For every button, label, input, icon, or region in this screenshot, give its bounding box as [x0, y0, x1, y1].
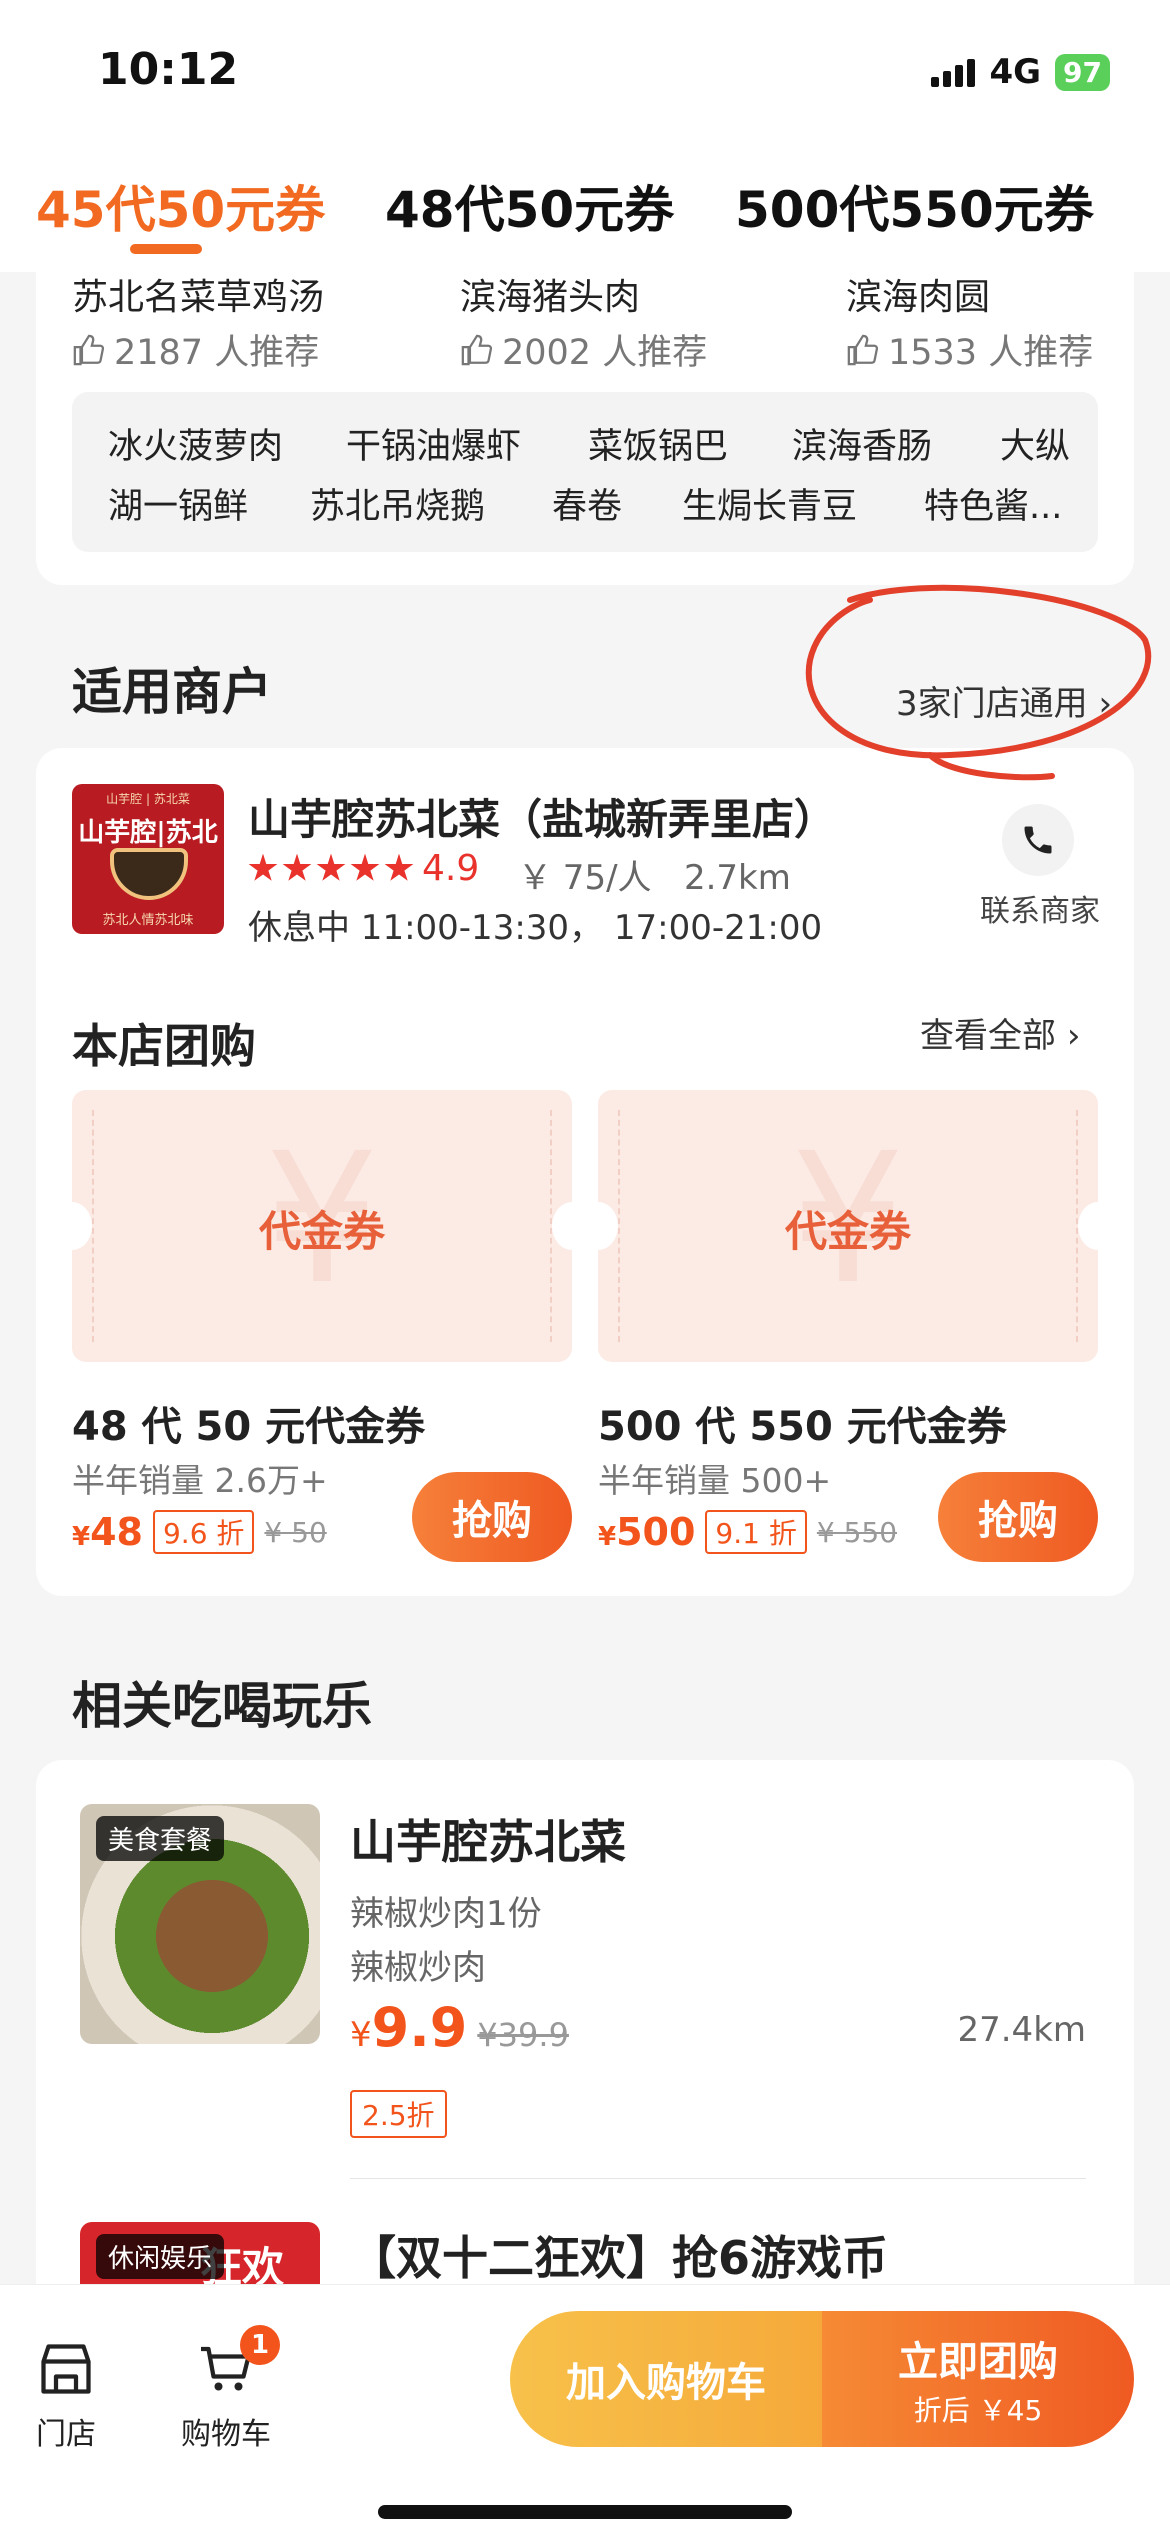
- battery-icon: 97: [1055, 53, 1110, 91]
- related-item-title[interactable]: 【双十二狂欢】抢6游戏币: [350, 2222, 888, 2288]
- recommended-dishes-card: 苏北名菜草鸡汤 滨海猪头肉 滨海肉圆 2187 人推荐 2002 人推荐 153…: [36, 220, 1134, 585]
- merchant-name[interactable]: 山芋腔苏北菜（盐城新弄里店）: [248, 786, 836, 847]
- dish-tag[interactable]: 湖一锅鲜: [108, 478, 248, 529]
- star-icon: [384, 853, 414, 881]
- dish-recommend: 1533 人推荐: [846, 324, 1093, 375]
- merchant-hours: 休息中 11:00-13:30， 17:00-21:00: [248, 908, 823, 948]
- deal-price: ¥48 9.6 折 ¥ 50: [72, 1510, 327, 1554]
- merchant-logo[interactable]: 山芋腔 | 苏北菜 山芋腔|苏北菜 苏北人情苏北味: [72, 784, 224, 934]
- related-item-discount: 2.5折: [350, 2090, 447, 2138]
- coupon-card[interactable]: ¥ 代金券: [72, 1090, 572, 1362]
- dish-tag[interactable]: 大纵: [1000, 418, 1070, 469]
- related-item-distance: 27.4km: [957, 2010, 1086, 2050]
- coupon-tabs: 45代50元券 48代50元券 500代550元券: [0, 160, 1170, 254]
- dish-name[interactable]: 滨海猪头肉: [460, 268, 640, 320]
- signal-icon: [931, 57, 976, 87]
- see-all-link[interactable]: 查看全部 ›: [920, 1008, 1080, 1057]
- status-time: 10:12: [98, 44, 239, 95]
- status-indicators: 4G 97: [931, 52, 1110, 92]
- deal-sales: 半年销量 500+: [598, 1461, 832, 1500]
- deal-name[interactable]: 500 代 550 元代金券: [598, 1394, 1007, 1452]
- dish-tag[interactable]: 滨海香肠: [792, 418, 932, 469]
- divider: [350, 2178, 1086, 2179]
- section-title-merchants: 适用商户: [72, 663, 272, 721]
- chevron-right-icon: ›: [1098, 684, 1113, 724]
- store-nav-button[interactable]: 门店: [6, 2341, 126, 2453]
- category-tag: 美食套餐: [96, 1816, 225, 1861]
- thumbs-up-icon: [847, 334, 879, 365]
- dish-tag[interactable]: 生焗长青豆: [682, 478, 857, 529]
- tab-48-50[interactable]: 48代50元券: [385, 170, 674, 242]
- bottom-bar: 门店 1 购物车 加入购物车 立即团购 折后 ￥45: [0, 2284, 1170, 2532]
- store-deals-title: 本店团购: [72, 1019, 256, 1073]
- dish-tag-list: 冰火菠萝肉 干锅油爆虾 菜饭锅巴 滨海香肠 大纵 湖一锅鲜 苏北吊烧鹅 春卷 生…: [72, 392, 1098, 552]
- tab-45-50[interactable]: 45代50元券: [36, 170, 325, 242]
- related-item-title[interactable]: 山芋腔苏北菜: [350, 1806, 626, 1872]
- star-icon: [282, 853, 312, 881]
- section-title-related: 相关吃喝玩乐: [72, 1677, 372, 1735]
- related-item-image[interactable]: 美食套餐: [80, 1804, 320, 2044]
- dish-name[interactable]: 苏北名菜草鸡汤: [72, 268, 324, 320]
- star-icon: [350, 853, 380, 881]
- tab-indicator: [130, 244, 202, 254]
- dish-tag[interactable]: 春卷: [552, 478, 622, 529]
- dish-tag[interactable]: 干锅油爆虾: [346, 418, 521, 469]
- action-buttons: 加入购物车 立即团购 折后 ￥45: [510, 2311, 1134, 2447]
- cart-nav-button[interactable]: 1 购物车: [166, 2325, 286, 2453]
- chevron-right-icon: ›: [1066, 1016, 1081, 1056]
- merchant-price-distance: ￥ 75/人 2.7km: [518, 858, 791, 898]
- cart-count-badge: 1: [240, 2325, 280, 2365]
- dish-tag[interactable]: 冰火菠萝肉: [108, 418, 283, 469]
- star-icon: [248, 853, 278, 881]
- header: 10:12 4G 97 45代50元券 48代50元券 500代550元券: [0, 0, 1170, 272]
- thumbs-up-icon: [461, 334, 493, 365]
- deal-name[interactable]: 48 代 50 元代金券: [72, 1394, 425, 1452]
- tab-500-550[interactable]: 500代550元券: [735, 170, 1094, 242]
- dish-tag[interactable]: 苏北吊烧鹅: [310, 478, 485, 529]
- dish-recommend: 2002 人推荐: [460, 324, 707, 375]
- dish-tag[interactable]: 特色酱...: [924, 478, 1062, 529]
- merchant-card: 山芋腔 | 苏北菜 山芋腔|苏北菜 苏北人情苏北味 山芋腔苏北菜（盐城新弄里店）…: [36, 748, 1134, 1596]
- dish-tag[interactable]: 菜饭锅巴: [588, 418, 728, 469]
- deal-price: ¥500 9.1 折 ¥ 550: [598, 1510, 898, 1554]
- dish-name[interactable]: 滨海肉圆: [846, 268, 990, 320]
- phone-icon: [1024, 826, 1052, 854]
- store-icon: [41, 2344, 91, 2394]
- related-item-desc: 辣椒炒肉: [350, 1948, 486, 1988]
- buy-now-button[interactable]: 立即团购 折后 ￥45: [822, 2311, 1134, 2447]
- network-type: 4G: [989, 52, 1042, 92]
- merchant-rating: 4.9: [248, 848, 479, 889]
- stores-link[interactable]: 3家门店通用 ›: [896, 676, 1112, 725]
- contact-merchant-label[interactable]: 联系商家: [980, 886, 1100, 930]
- home-indicator: [378, 2505, 792, 2519]
- star-icon: [316, 853, 346, 881]
- related-item-price: ¥9.9 ¥39.9: [350, 1996, 569, 2059]
- thumbs-up-icon: [73, 334, 105, 365]
- grab-button[interactable]: 抢购: [938, 1472, 1098, 1562]
- deal-sales: 半年销量 2.6万+: [72, 1461, 328, 1500]
- coupon-card[interactable]: ¥ 代金券: [598, 1090, 1098, 1362]
- dish-recommend: 2187 人推荐: [72, 324, 319, 375]
- related-item-desc: 辣椒炒肉1份: [350, 1894, 542, 1934]
- contact-merchant-button[interactable]: [1002, 804, 1074, 876]
- category-tag: 休闲娱乐: [96, 2234, 225, 2279]
- add-to-cart-button[interactable]: 加入购物车: [510, 2311, 822, 2447]
- grab-button[interactable]: 抢购: [412, 1472, 572, 1562]
